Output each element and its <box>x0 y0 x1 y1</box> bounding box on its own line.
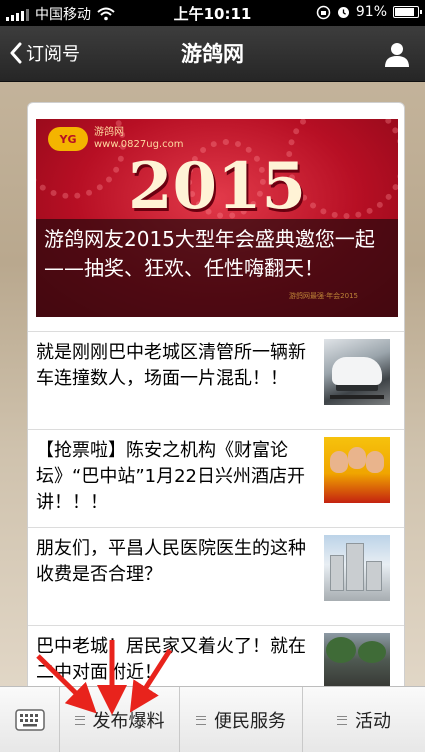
article-card: YG 游鸽网 www.0827ug.com 2015 游鸽网友2015大型年会盛… <box>27 102 405 702</box>
list-item[interactable]: 朋友们，平昌人民医院医生的这种收费是否合理？ <box>28 527 404 625</box>
menu-lines-icon <box>337 715 347 725</box>
list-item[interactable]: 【抢票啦】陈安之机构《财富论坛》“巴中站”1月22日兴州酒店开讲！！！ <box>28 429 404 527</box>
cover-year: 2015 <box>127 149 307 224</box>
logo-name: 游鸽网 <box>94 127 124 138</box>
menu-lines-icon <box>196 715 206 725</box>
article-title: 就是刚刚巴中老城区清管所一辆新车连撞数人，场面一片混乱！！ <box>36 342 306 389</box>
battery-percent: 91% <box>355 4 387 20</box>
menu-item-label: 发布爆料 <box>92 711 165 732</box>
article-thumbnail <box>324 437 390 503</box>
keyboard-toggle-button[interactable] <box>0 687 60 752</box>
back-label: 订阅号 <box>26 44 80 65</box>
menu-item-activity[interactable]: 活动 <box>303 687 425 752</box>
menu-item-label: 便民服务 <box>214 711 286 732</box>
cover-subcaption: 游鸽网最强·年会2015 <box>288 292 358 300</box>
keyboard-icon <box>14 709 45 731</box>
menu-item-label: 活动 <box>355 711 391 732</box>
article-title: 巴中老城！居民家又着火了！就在二中对面附近！ <box>36 636 306 683</box>
article-thumbnail <box>324 535 390 601</box>
status-bar: 中国移动 上午10:11 91% <box>0 0 425 26</box>
menu-item-services[interactable]: 便民服务 <box>180 687 303 752</box>
battery-icon <box>393 6 422 18</box>
alarm-icon <box>337 6 349 18</box>
nav-bar: 订阅号 游鸽网 <box>0 26 425 82</box>
cover-caption: 游鸽网友2015大型年会盛典邀您一起——抽奖、狂欢、任性嗨翻天！ <box>36 219 398 317</box>
menu-item-report[interactable]: 发布爆料 <box>60 687 180 752</box>
article-title: 朋友们，平昌人民医院医生的这种收费是否合理？ <box>36 538 306 585</box>
cover-article[interactable]: YG 游鸽网 www.0827ug.com 2015 游鸽网友2015大型年会盛… <box>36 119 398 317</box>
back-button[interactable]: 订阅号 <box>10 40 80 66</box>
article-title: 【抢票啦】陈安之机构《财富论坛》“巴中站”1月22日兴州酒店开讲！！！ <box>36 440 306 513</box>
chevron-left-icon <box>10 42 22 64</box>
rotation-lock-icon <box>316 5 331 19</box>
list-item[interactable]: 就是刚刚巴中老城区清管所一辆新车连撞数人，场面一片混乱！！ <box>28 331 404 429</box>
article-thumbnail <box>324 339 390 405</box>
bottom-menu-bar: 发布爆料 便民服务 活动 <box>0 686 425 752</box>
user-profile-icon[interactable] <box>383 40 411 68</box>
menu-lines-icon <box>74 715 85 725</box>
logo-mark: YG <box>48 127 88 151</box>
site-logo: YG 游鸽网 www.0827ug.com <box>48 127 183 151</box>
